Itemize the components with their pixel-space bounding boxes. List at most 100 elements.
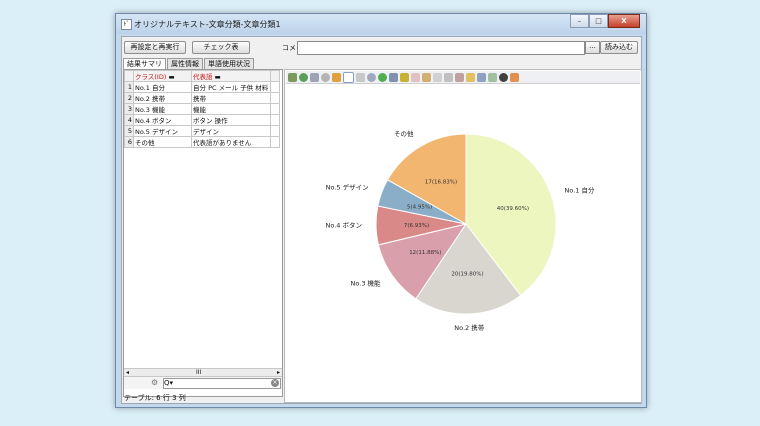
scroll-right-icon[interactable]: ▸	[277, 369, 280, 376]
class-cell: その他	[133, 136, 192, 148]
pointer-icon[interactable]	[343, 71, 354, 83]
separator-icon	[356, 72, 365, 82]
add-icon[interactable]	[378, 72, 387, 82]
extra-cell	[270, 125, 280, 137]
table-row[interactable]: 2 No.2 携帯 携帯	[124, 92, 280, 104]
table-row[interactable]: 1 No.1 自分 自分 PC メール 子供 材料	[124, 81, 280, 93]
tab-summary[interactable]: 結果サマリ	[123, 58, 166, 69]
class-cell: No.2 携帯	[133, 92, 192, 104]
window-title: オリジナルテキスト-文章分類-文章分類1	[134, 20, 281, 29]
comment-input[interactable]	[297, 41, 585, 55]
extra-cell	[270, 92, 280, 104]
table-row[interactable]: 6 その他 代表語がありません	[124, 136, 280, 148]
color-pick-icon[interactable]	[455, 72, 464, 82]
slice-category-label: No.4 ボタン	[326, 221, 363, 230]
rep-cell: 代表語がありません	[191, 136, 271, 148]
text-small-icon[interactable]	[444, 72, 453, 82]
home-icon[interactable]	[332, 72, 341, 82]
load-button[interactable]: 読み込む	[600, 41, 638, 54]
column-header-class-label: クラス(ID)	[135, 73, 167, 81]
result-table: クラス(ID) ▬ 代表語 ▬ 1 No.1 自分 自分 PC メール 子供 材料 …	[124, 70, 280, 148]
row-number: 1	[124, 81, 134, 93]
extra-cell	[270, 103, 280, 115]
column-header-rep[interactable]: 代表語 ▬	[191, 70, 271, 82]
class-cell: No.4 ボタン	[133, 114, 192, 126]
extra-cell	[270, 136, 280, 148]
zoom-in-icon[interactable]	[310, 72, 319, 82]
tab-word-usage[interactable]: 単語使用状況	[204, 58, 254, 69]
slice-data-label: 5(4.95%)	[407, 205, 432, 211]
search-input[interactable]: Q▾ ×	[163, 378, 281, 389]
chart-panel: 40(39.60%) No.1 自分 20(19.80%) No.2 携帯 12(11.…	[284, 69, 642, 403]
rep-cell: ボタン 操作	[191, 114, 271, 126]
table-row[interactable]: 3 No.3 機能 機能	[124, 103, 280, 115]
row-number: 2	[124, 92, 134, 104]
rep-cell: 機能	[191, 103, 271, 115]
list-icon[interactable]	[389, 72, 398, 82]
slice-data-label: 20(19.80%)	[451, 271, 483, 277]
tab-attributes[interactable]: 属性情報	[167, 58, 203, 69]
close-button[interactable]: X	[608, 14, 640, 28]
reset-icon[interactable]	[367, 72, 376, 82]
status-bar-text: テーブル: 6 行 3 列	[124, 394, 186, 402]
class-cell: No.5 デザイン	[133, 125, 192, 137]
slice-data-label: 17(16.83%)	[425, 179, 457, 185]
pie-icon[interactable]	[499, 72, 508, 82]
row-number: 3	[124, 103, 134, 115]
gear-icon[interactable]: ⚙	[151, 378, 158, 387]
search-row: ⚙ Q▾ ×	[124, 376, 282, 389]
row-number: 5	[124, 125, 134, 137]
ellipsis-button[interactable]: ...	[585, 41, 600, 54]
class-cell: No.1 自分	[133, 81, 192, 93]
table-icon[interactable]	[477, 72, 486, 82]
column-header-rep-label: 代表語	[193, 73, 213, 81]
class-cell: No.3 機能	[133, 103, 192, 115]
refresh-icon[interactable]	[299, 72, 308, 82]
recompute-button[interactable]: 再設定と再実行	[124, 41, 186, 54]
app-icon: ﾄﾞ	[121, 19, 132, 30]
client-area: 再設定と再実行 チェック表 コメント: ... 読み込む 結果サマリ 属性情報 …	[121, 36, 642, 404]
row-number: 4	[124, 114, 134, 126]
bar-chart-icon[interactable]	[466, 72, 475, 82]
slice-data-label: 12(11.88%)	[409, 250, 441, 256]
pie-chart: 40(39.60%) No.1 自分 20(19.80%) No.2 携帯 12(11.…	[326, 129, 595, 332]
tab-bar: 結果サマリ 属性情報 単語使用状況	[123, 58, 255, 69]
maximize-button[interactable]: □	[589, 14, 608, 28]
slice-data-label: 40(39.60%)	[497, 206, 529, 212]
sort-icon: ▬	[168, 73, 175, 81]
title-bar[interactable]: ﾄﾞ オリジナルテキスト-文章分類-文章分類1 – □ X	[116, 14, 646, 34]
grid-icon[interactable]	[288, 72, 297, 82]
extra-cell	[270, 114, 280, 126]
rep-cell: デザイン	[191, 125, 271, 137]
rep-cell: 自分 PC メール 子供 材料	[191, 81, 271, 93]
rep-cell: 携帯	[191, 92, 271, 104]
column-header-class[interactable]: クラス(ID) ▬	[133, 70, 192, 82]
font-icon[interactable]	[411, 72, 420, 82]
slice-category-label: No.2 携帯	[454, 323, 484, 332]
row-number: 6	[124, 136, 134, 148]
scroll-left-icon[interactable]: ◂	[126, 369, 129, 376]
table-row[interactable]: 4 No.4 ボタン ボタン 操作	[124, 114, 280, 126]
text-color-icon[interactable]	[400, 72, 409, 82]
minimize-button[interactable]: –	[570, 14, 589, 28]
check-table-button[interactable]: チェック表	[192, 41, 250, 54]
chart-toolbar	[286, 71, 640, 84]
bold-icon[interactable]	[422, 72, 431, 82]
search-icon: Q▾	[164, 379, 174, 387]
slice-category-label: No.3 機能	[351, 278, 381, 287]
main-window: ﾄﾞ オリジナルテキスト-文章分類-文章分類1 – □ X 再設定と再実行 チェ…	[115, 13, 647, 408]
horizontal-scrollbar[interactable]: ◂ III ▸	[124, 368, 282, 376]
settings-icon[interactable]	[510, 72, 519, 82]
corner-cell	[124, 70, 134, 82]
slice-category-label: No.5 デザイン	[326, 183, 369, 192]
table-header-row: クラス(ID) ▬ 代表語 ▬	[124, 70, 280, 82]
column-header-extra[interactable]	[270, 70, 280, 82]
zoom-out-icon[interactable]	[321, 72, 330, 82]
extra-cell	[270, 81, 280, 93]
text-size-icon[interactable]	[433, 72, 442, 82]
scroll-thumb[interactable]: III	[196, 369, 201, 376]
slice-category-label: その他	[394, 129, 414, 138]
table-row[interactable]: 5 No.5 デザイン デザイン	[124, 125, 280, 137]
chart-icon[interactable]	[488, 72, 497, 82]
clear-icon[interactable]: ×	[271, 379, 279, 387]
